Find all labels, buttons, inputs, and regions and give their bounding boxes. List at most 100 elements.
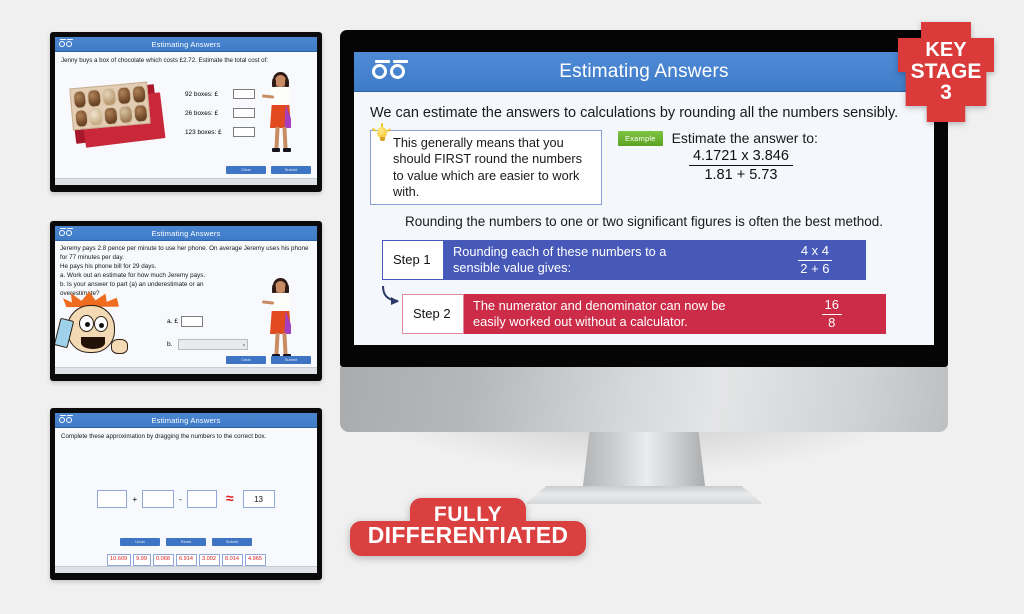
drop-slot-2[interactable] [142, 490, 175, 508]
example-header-row: Example Estimate the answer to: [618, 130, 818, 146]
monitor-chin [340, 367, 948, 432]
cartoon-boy-phone-icon [55, 291, 139, 359]
fully-differentiated-badge: FULLY DIFFERENTIATED [350, 498, 586, 570]
example-badge: Example [618, 130, 663, 146]
thumbnail-1-screen: Estimating Answers Jenny buys a box of c… [55, 37, 317, 185]
answer-a-input[interactable] [181, 316, 203, 327]
slide-body: We can estimate the answers to calculati… [354, 92, 934, 345]
number-tile[interactable]: 4.965 [244, 554, 266, 566]
submit-button[interactable]: Submit [271, 166, 311, 174]
thumbnail-1-question: Jenny buys a box of chocolate which cost… [61, 57, 269, 64]
thumbnail-2-title: Estimating Answers [151, 228, 221, 238]
hint-and-example-row: This generally means that you should FIR… [370, 123, 918, 206]
thumbnail-2-footer [55, 367, 317, 374]
answer-b-label: b. [167, 341, 173, 348]
step-1-denominator: 2 + 6 [800, 260, 830, 276]
step-2-tag: Step 2 [402, 293, 464, 334]
fd-line-2: DIFFERENTIATED [350, 521, 586, 556]
number-tile-tray: 10.609 9.99 0.068 6.914 3.002 8.014 4.96… [55, 554, 317, 566]
clear-button[interactable]: Clear [226, 356, 266, 364]
chocolate-box-icon [67, 79, 167, 151]
thumbnail-1-buttons: Clear Submit [226, 166, 311, 174]
thumbnail-slide-1[interactable]: Estimating Answers Jenny buys a box of c… [50, 32, 322, 192]
monitor-screen: Estimating Answers We can estimate the a… [354, 52, 934, 345]
number-tile[interactable]: 6.914 [175, 554, 197, 566]
answer-row-b: b. [167, 339, 248, 350]
thumbnail-slide-2[interactable]: Estimating Answers Jeremy pays 2.8 pence… [50, 221, 322, 381]
thumbnail-2-answers: a. £ b. [167, 316, 248, 350]
step-1-bar: Rounding each of these numbers to a sens… [444, 240, 866, 280]
step-2-bar: The numerator and denominator can now be… [464, 293, 886, 334]
desktop-monitor: Estimating Answers We can estimate the a… [340, 30, 948, 504]
thumbnail-slide-3[interactable]: Estimating Answers Complete these approx… [50, 408, 322, 580]
key-stage-line-2: STAGE [910, 59, 982, 83]
answer-b-label: 26 boxes: £ [185, 109, 219, 117]
step-1-tag: Step 1 [382, 240, 444, 280]
drop-slot-3[interactable] [186, 490, 217, 508]
clear-button[interactable]: Clear [226, 166, 266, 174]
answer-a-label: a. £ [167, 318, 178, 325]
binoculars-logo-icon [59, 415, 73, 423]
thumbnail-2-body: Jeremy pays 2.8 pence per minute to use … [55, 241, 317, 367]
monitor-stand-neck [582, 432, 706, 494]
step-2-denominator: 8 [828, 314, 836, 330]
operator-minus: - [179, 494, 182, 504]
answer-row-a: a. £ [167, 316, 248, 327]
slide-title: Estimating Answers [559, 60, 729, 82]
step-1-numerator: 4 x 4 [797, 243, 832, 261]
number-tile[interactable]: 9.99 [132, 554, 151, 566]
rounding-method-text: Rounding the numbers to one or two signi… [404, 214, 884, 230]
thumbnail-1-title: Estimating Answers [151, 39, 221, 49]
binoculars-logo-icon [59, 39, 73, 47]
answer-row-a: 92 boxes: £ [185, 89, 255, 99]
key-stage-line-1: KEY [925, 39, 967, 62]
thumbnail-3-screen: Estimating Answers Complete these approx… [55, 413, 317, 573]
key-stage-line-3: 3 [940, 81, 952, 105]
number-tile[interactable]: 3.002 [198, 554, 220, 566]
key-stage-text: KEY STAGE 3 [910, 39, 982, 105]
answer-c-input[interactable] [233, 127, 255, 137]
submit-button[interactable]: Submit [271, 356, 311, 364]
teacher-figure-icon [259, 72, 301, 158]
thumbnail-2-screen: Estimating Answers Jeremy pays 2.8 pence… [55, 226, 317, 374]
example-denominator: 1.81 + 5.73 [704, 167, 778, 184]
reset-button[interactable]: Reset [166, 538, 206, 546]
answer-b-input[interactable] [233, 108, 255, 118]
step-1-text: Rounding each of these numbers to a sens… [453, 244, 667, 275]
thumbnail-2-header: Estimating Answers [55, 226, 317, 241]
thumbnail-1-footer [55, 178, 317, 185]
lightbulb-icon [371, 123, 391, 144]
thumbnail-2-buttons: Clear Submit [226, 356, 311, 364]
number-tile[interactable]: 0.068 [152, 554, 174, 566]
step-row-2: Step 2 The numerator and denominator can… [402, 293, 886, 334]
answer-row-b: 26 boxes: £ [185, 108, 255, 118]
slide-intro-text: We can estimate the answers to calculati… [370, 105, 899, 121]
drop-slot-1[interactable] [97, 490, 128, 508]
undo-button[interactable]: Undo [120, 538, 160, 546]
step-1-fraction: 4 x 4 2 + 6 [797, 243, 832, 277]
example-column: Example Estimate the answer to: 4.1721 x… [618, 130, 818, 183]
key-stage-badge: KEY STAGE 3 [898, 22, 994, 122]
approx-symbol: ≈ [225, 490, 234, 507]
result-box: 13 [242, 490, 275, 508]
thumbnail-1-header: Estimating Answers [55, 37, 317, 52]
step-2-text: The numerator and denominator can now be… [473, 298, 726, 329]
slide-header: Estimating Answers [354, 52, 934, 92]
steps-container: Step 1 Rounding each of these numbers to… [370, 240, 918, 345]
answer-a-input[interactable] [233, 89, 255, 99]
hint-box: This generally means that you should FIR… [370, 123, 602, 206]
poster-canvas: Estimating Answers Jenny buys a box of c… [0, 0, 1024, 614]
binoculars-logo-icon [59, 228, 73, 236]
step-2-numerator: 16 [821, 297, 842, 315]
hint-text: This generally means that you should FIR… [393, 135, 582, 199]
number-tile[interactable]: 10.609 [106, 554, 131, 566]
answer-b-dropdown[interactable] [178, 339, 248, 350]
drag-equation-row: + - ≈ 13 [55, 490, 317, 508]
teacher-figure-icon [259, 278, 301, 364]
submit-button[interactable]: Submit [212, 538, 252, 546]
thumbnail-3-title: Estimating Answers [151, 415, 221, 425]
answer-a-label: 92 boxes: £ [185, 90, 219, 98]
example-fraction: 4.1721 x 3.846 1.81 + 5.73 [664, 148, 818, 183]
number-tile[interactable]: 8.014 [221, 554, 243, 566]
thumbnail-3-header: Estimating Answers [55, 413, 317, 428]
